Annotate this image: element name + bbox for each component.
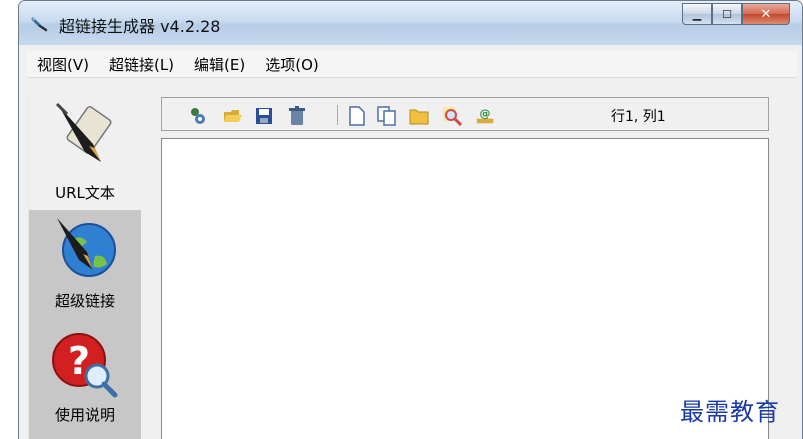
open-button[interactable] [223, 106, 243, 126]
text-editor[interactable] [161, 138, 769, 439]
help-magnifier-icon: ? [52, 333, 118, 398]
cursor-position: 行1, 列1 [611, 109, 666, 125]
save-icon [256, 108, 272, 124]
email-icon: @ [476, 107, 494, 124]
globe-pen-icon [57, 218, 116, 277]
close-icon: ✕ [760, 6, 772, 22]
new-doc-icon [349, 106, 365, 126]
window-title: 超链接生成器 v4.2.28 [59, 17, 221, 36]
clear-icon [289, 106, 305, 125]
new-document-button[interactable] [347, 106, 367, 126]
minimize-icon: ▁ [692, 7, 702, 21]
menu-edit[interactable]: 编辑(E) [184, 51, 255, 77]
menu-hyperlink[interactable]: 超链接(L) [99, 51, 184, 77]
menu-options[interactable]: 选项(O) [255, 51, 329, 77]
save-button[interactable] [254, 106, 274, 126]
copy-icon [377, 106, 396, 126]
sidebar-item-hyperlink[interactable]: 超级链接 [29, 214, 141, 326]
folder-icon [409, 109, 429, 125]
sidebar-item-help[interactable]: ? 使用说明 [29, 332, 141, 439]
link-icon [191, 108, 205, 124]
toolbar-separator [337, 105, 338, 125]
maximize-icon: ☐ [722, 7, 732, 21]
insert-link-button[interactable] [188, 106, 208, 126]
open-folder-icon [224, 110, 242, 122]
clear-button[interactable] [287, 106, 307, 126]
sidebar-item-label: 使用说明 [54, 406, 115, 424]
toolbar: @ 行1, 列1 [161, 97, 769, 131]
sidebar: URL文本 超级链接 ? 使用说明 [28, 98, 141, 439]
find-button[interactable] [442, 106, 462, 126]
sidebar-item-url-text[interactable]: URL文本 [29, 98, 141, 210]
maximize-button[interactable]: ☐ [712, 3, 742, 25]
sidebar-item-label: 超级链接 [54, 292, 115, 310]
find-icon [443, 107, 462, 126]
email-button[interactable]: @ [475, 106, 495, 126]
sidebar-item-label: URL文本 [55, 184, 115, 202]
window-controls: ▁ ☐ ✕ [682, 3, 790, 25]
folder-button[interactable] [409, 106, 429, 126]
watermark: 最需教育 [680, 398, 780, 426]
title-bar[interactable]: 超链接生成器 v4.2.28 ▁ ☐ ✕ [19, 1, 802, 45]
svg-text:@: @ [480, 107, 491, 120]
menu-bar: 视图(V) 超链接(L) 编辑(E) 选项(O) [27, 51, 797, 78]
menu-view[interactable]: 视图(V) [27, 51, 99, 77]
app-icon [31, 17, 48, 32]
pen-scroll-icon [55, 102, 112, 162]
close-button[interactable]: ✕ [742, 3, 790, 25]
minimize-button[interactable]: ▁ [682, 3, 712, 25]
copy-button[interactable] [377, 106, 397, 126]
